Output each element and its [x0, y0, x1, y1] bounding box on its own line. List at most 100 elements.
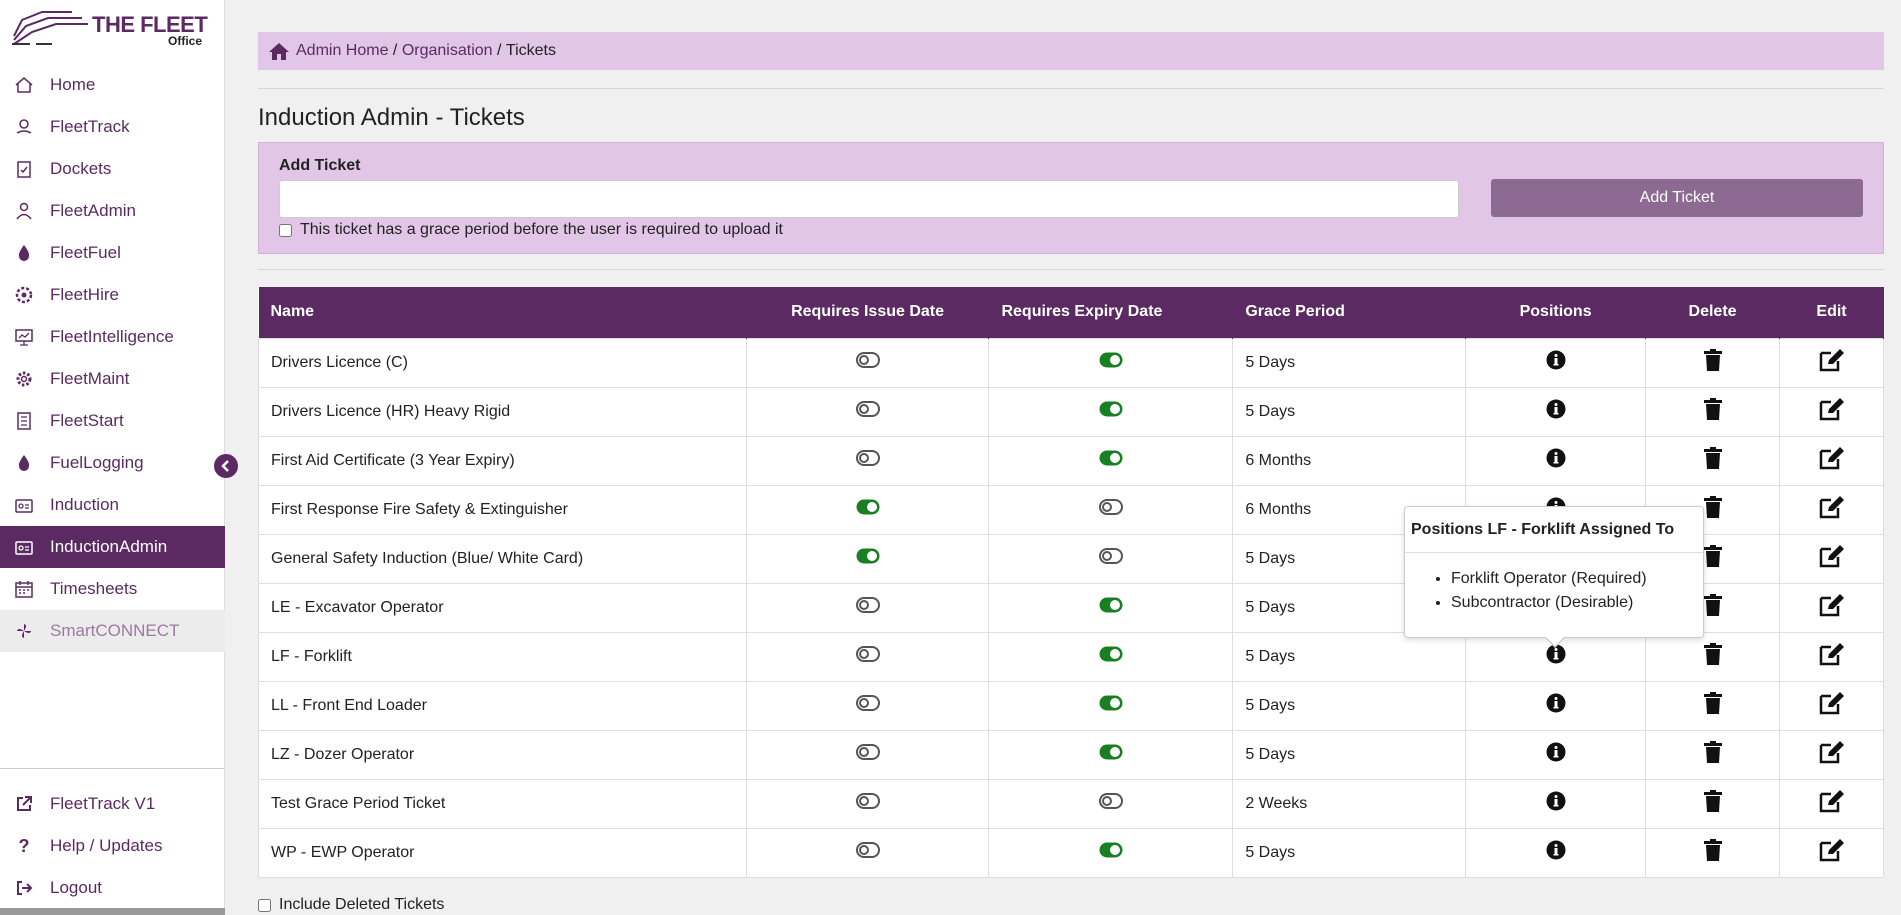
delete-button[interactable] — [1645, 631, 1780, 682]
requires-expiry-date-toggle[interactable] — [988, 680, 1234, 731]
sidebar-item-help-updates[interactable]: ? Help / Updates — [0, 825, 225, 867]
edit-button[interactable] — [1779, 729, 1884, 780]
requires-issue-date-toggle[interactable] — [745, 778, 990, 829]
include-deleted-option[interactable]: Include Deleted Tickets — [258, 896, 444, 914]
sidebar-item-label: Home — [50, 75, 96, 94]
positions-info-button[interactable] — [1465, 729, 1647, 780]
requires-expiry-date-toggle[interactable] — [988, 827, 1234, 878]
edit-button[interactable] — [1779, 582, 1884, 633]
requires-expiry-date-toggle[interactable] — [988, 386, 1234, 437]
requires-issue-date-toggle[interactable] — [745, 337, 990, 388]
toggle-on-icon — [856, 499, 880, 519]
edit-button[interactable] — [1779, 778, 1884, 829]
delete-button[interactable] — [1645, 435, 1780, 486]
grace-period-option[interactable]: This ticket has a grace period before th… — [279, 221, 783, 239]
sidebar-scrollbar[interactable] — [0, 908, 225, 915]
edit-button[interactable] — [1779, 533, 1884, 584]
edit-icon — [1819, 398, 1845, 425]
sidebar-item-fleetadmin[interactable]: FleetAdmin — [0, 190, 225, 232]
positions-info-button[interactable] — [1465, 435, 1647, 486]
requires-issue-date-toggle[interactable] — [745, 680, 990, 731]
sidebar-item-fleettrack[interactable]: FleetTrack — [0, 106, 225, 148]
requires-issue-date-toggle[interactable] — [745, 533, 990, 584]
col-header-issue-date[interactable]: Requires Issue Date — [746, 287, 990, 338]
ticket-name-input[interactable] — [279, 180, 1459, 218]
requires-issue-date-toggle[interactable] — [745, 827, 990, 878]
sidebar-item-timesheets[interactable]: Timesheets — [0, 568, 225, 610]
sidebar-item-logout[interactable]: Logout — [0, 867, 225, 909]
requires-expiry-date-toggle[interactable] — [988, 435, 1234, 486]
sidebar-item-fleetmaint[interactable]: FleetMaint — [0, 358, 225, 400]
sidebar-item-home[interactable]: Home — [0, 64, 225, 106]
positions-info-button[interactable] — [1465, 386, 1647, 437]
requires-issue-date-toggle[interactable] — [745, 582, 990, 633]
requires-expiry-date-toggle[interactable] — [988, 729, 1234, 780]
edit-icon — [1819, 594, 1845, 621]
delete-button[interactable] — [1645, 386, 1780, 437]
edit-button[interactable] — [1779, 386, 1884, 437]
popover-positions-list: Forklift Operator (Required) Subcontract… — [1405, 567, 1703, 615]
sidebar-item-inductionadmin[interactable]: InductionAdmin — [0, 526, 225, 568]
edit-button[interactable] — [1779, 484, 1884, 535]
grace-period-checkbox[interactable] — [279, 223, 292, 237]
edit-button[interactable] — [1779, 631, 1884, 682]
col-header-grace-period[interactable]: Grace Period — [1232, 287, 1467, 338]
toggle-on-icon — [1099, 744, 1123, 764]
positions-info-button[interactable] — [1465, 778, 1647, 829]
positions-info-button[interactable] — [1465, 680, 1647, 731]
delete-button[interactable] — [1645, 337, 1780, 388]
sidebar-item-fleethire[interactable]: FleetHire — [0, 274, 225, 316]
edit-button[interactable] — [1779, 827, 1884, 878]
col-header-name[interactable]: Name — [258, 287, 747, 338]
toggle-off-icon — [1098, 548, 1123, 568]
add-ticket-button[interactable]: Add Ticket — [1491, 179, 1863, 217]
sidebar-item-fleettrack-v1[interactable]: FleetTrack V1 — [0, 783, 225, 825]
fuel-drop-icon — [12, 451, 36, 475]
col-header-expiry-date[interactable]: Requires Expiry Date — [988, 287, 1234, 338]
requires-issue-date-toggle[interactable] — [745, 386, 990, 437]
breadcrumb-admin-home[interactable]: Admin Home — [296, 42, 388, 60]
requires-issue-date-toggle[interactable] — [745, 631, 990, 682]
sidebar-item-fleetfuel[interactable]: FleetFuel — [0, 232, 225, 274]
sidebar-item-label: FleetStart — [50, 411, 124, 430]
delete-button[interactable] — [1645, 827, 1780, 878]
edit-button[interactable] — [1779, 680, 1884, 731]
positions-info-button[interactable] — [1465, 827, 1647, 878]
requires-issue-date-toggle[interactable] — [745, 729, 990, 780]
requires-expiry-date-toggle[interactable] — [988, 631, 1234, 682]
requires-expiry-date-toggle[interactable] — [988, 778, 1234, 829]
home-icon[interactable] — [268, 41, 290, 61]
table-row: WP - EWP Operator 5 Days — [258, 827, 1884, 878]
trash-icon — [1703, 447, 1722, 473]
smartconnect-icon — [12, 619, 36, 643]
delete-button[interactable] — [1645, 729, 1780, 780]
collapse-sidebar-button[interactable] — [214, 454, 238, 478]
breadcrumb-separator: / — [388, 42, 402, 59]
grace-period-label: This ticket has a grace period before th… — [300, 221, 783, 238]
positions-info-button[interactable] — [1465, 337, 1647, 388]
requires-issue-date-toggle[interactable] — [745, 484, 990, 535]
trash-icon — [1703, 839, 1722, 865]
sidebar-item-fuellogging[interactable]: FuelLogging — [0, 442, 225, 484]
delete-button[interactable] — [1645, 680, 1780, 731]
requires-expiry-date-toggle[interactable] — [988, 582, 1234, 633]
edit-button[interactable] — [1779, 337, 1884, 388]
requires-expiry-date-toggle[interactable] — [988, 533, 1234, 584]
include-deleted-checkbox[interactable] — [258, 898, 271, 912]
requires-issue-date-toggle[interactable] — [745, 435, 990, 486]
sidebar-item-dockets[interactable]: Dockets — [0, 148, 225, 190]
add-ticket-label: Add Ticket — [279, 157, 361, 174]
fleet-office-logo[interactable]: THE FLEET Office — [12, 6, 212, 50]
requires-expiry-date-toggle[interactable] — [988, 484, 1234, 535]
edit-button[interactable] — [1779, 435, 1884, 486]
popover-title: Positions LF - Forklift Assigned To — [1405, 507, 1703, 553]
breadcrumb-organisation[interactable]: Organisation — [402, 42, 493, 60]
delete-button[interactable] — [1645, 778, 1780, 829]
table-header-row: Name Requires Issue Date Requires Expiry… — [258, 287, 1884, 338]
requires-expiry-date-toggle[interactable] — [988, 337, 1234, 388]
table-row: LF - Forklift 5 Days — [258, 631, 1884, 682]
sidebar-item-smartconnect[interactable]: SmartCONNECT — [0, 610, 225, 652]
sidebar-item-induction[interactable]: Induction — [0, 484, 225, 526]
sidebar-item-fleetstart[interactable]: FleetStart — [0, 400, 225, 442]
sidebar-item-fleetintelligence[interactable]: FleetIntelligence — [0, 316, 225, 358]
